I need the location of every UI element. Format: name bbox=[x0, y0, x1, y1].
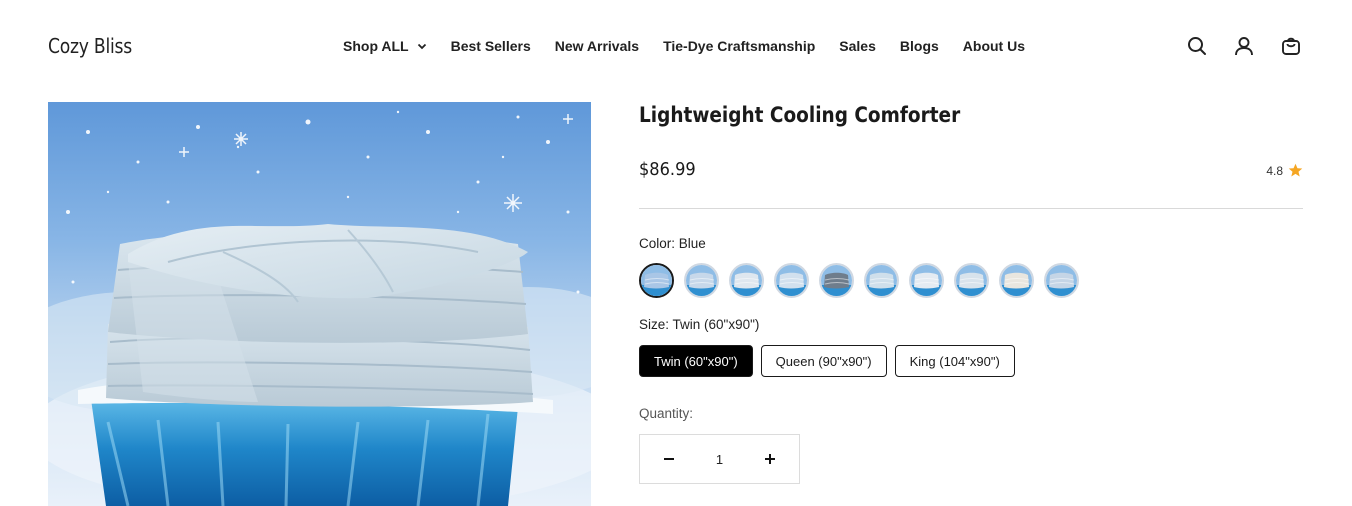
rating-value: 4.8 bbox=[1266, 163, 1283, 178]
color-swatch-5[interactable] bbox=[819, 263, 854, 298]
color-label: Color: Blue bbox=[639, 236, 706, 251]
account-icon[interactable] bbox=[1233, 34, 1255, 58]
nav-item-new-arrivals[interactable]: New Arrivals bbox=[555, 38, 639, 54]
color-swatch-10[interactable] bbox=[1044, 263, 1079, 298]
size-label: Size: Twin (60"x90") bbox=[639, 317, 760, 332]
size-option-queen[interactable]: Queen (90"x90") bbox=[760, 345, 887, 377]
nav-item-shop-all[interactable]: Shop ALL bbox=[343, 38, 427, 54]
comforter-illustration bbox=[48, 110, 591, 506]
quantity-value[interactable]: 1 bbox=[716, 452, 723, 467]
quantity-label: Quantity: bbox=[639, 406, 694, 421]
product-image[interactable] bbox=[48, 102, 591, 506]
quantity-stepper: 1 bbox=[639, 434, 800, 484]
minus-icon bbox=[664, 458, 674, 460]
size-option-king[interactable]: King (104"x90") bbox=[894, 345, 1015, 377]
product-price: $86.99 bbox=[639, 159, 696, 180]
product-rating[interactable]: 4.8 bbox=[1266, 163, 1303, 178]
color-swatch-2[interactable] bbox=[684, 263, 719, 298]
star-icon bbox=[1288, 163, 1303, 177]
color-swatch-7[interactable] bbox=[909, 263, 944, 298]
main-nav: Shop ALL Best Sellers New Arrivals Tie-D… bbox=[343, 38, 1049, 54]
product-title: Lightweight Cooling Comforter bbox=[639, 103, 961, 127]
search-icon[interactable] bbox=[1186, 34, 1208, 58]
header-actions bbox=[1186, 34, 1302, 58]
color-swatches bbox=[639, 263, 1079, 298]
nav-item-best-sellers[interactable]: Best Sellers bbox=[451, 38, 531, 54]
site-header: Cozy Bliss Shop ALL Best Sellers New Arr… bbox=[0, 0, 1352, 94]
color-swatch-3[interactable] bbox=[729, 263, 764, 298]
size-options: Twin (60"x90") Queen (90"x90") King (104… bbox=[639, 345, 1015, 377]
increase-quantity-button[interactable] bbox=[741, 435, 799, 483]
nav-item-label: Shop ALL bbox=[343, 38, 409, 54]
brand-logo[interactable]: Cozy Bliss bbox=[48, 34, 132, 58]
color-swatch-9[interactable] bbox=[999, 263, 1034, 298]
color-swatch-4[interactable] bbox=[774, 263, 809, 298]
decrease-quantity-button[interactable] bbox=[640, 435, 698, 483]
nav-item-blogs[interactable]: Blogs bbox=[900, 38, 939, 54]
nav-item-sales[interactable]: Sales bbox=[839, 38, 876, 54]
plus-icon bbox=[764, 454, 775, 464]
divider bbox=[639, 208, 1303, 209]
nav-item-tie-dye[interactable]: Tie-Dye Craftsmanship bbox=[663, 38, 815, 54]
size-option-twin[interactable]: Twin (60"x90") bbox=[639, 345, 753, 377]
chevron-down-icon bbox=[417, 43, 426, 50]
cart-icon[interactable] bbox=[1280, 34, 1302, 58]
color-swatch-1[interactable] bbox=[639, 263, 674, 298]
color-swatch-8[interactable] bbox=[954, 263, 989, 298]
nav-item-about-us[interactable]: About Us bbox=[963, 38, 1025, 54]
color-swatch-6[interactable] bbox=[864, 263, 899, 298]
